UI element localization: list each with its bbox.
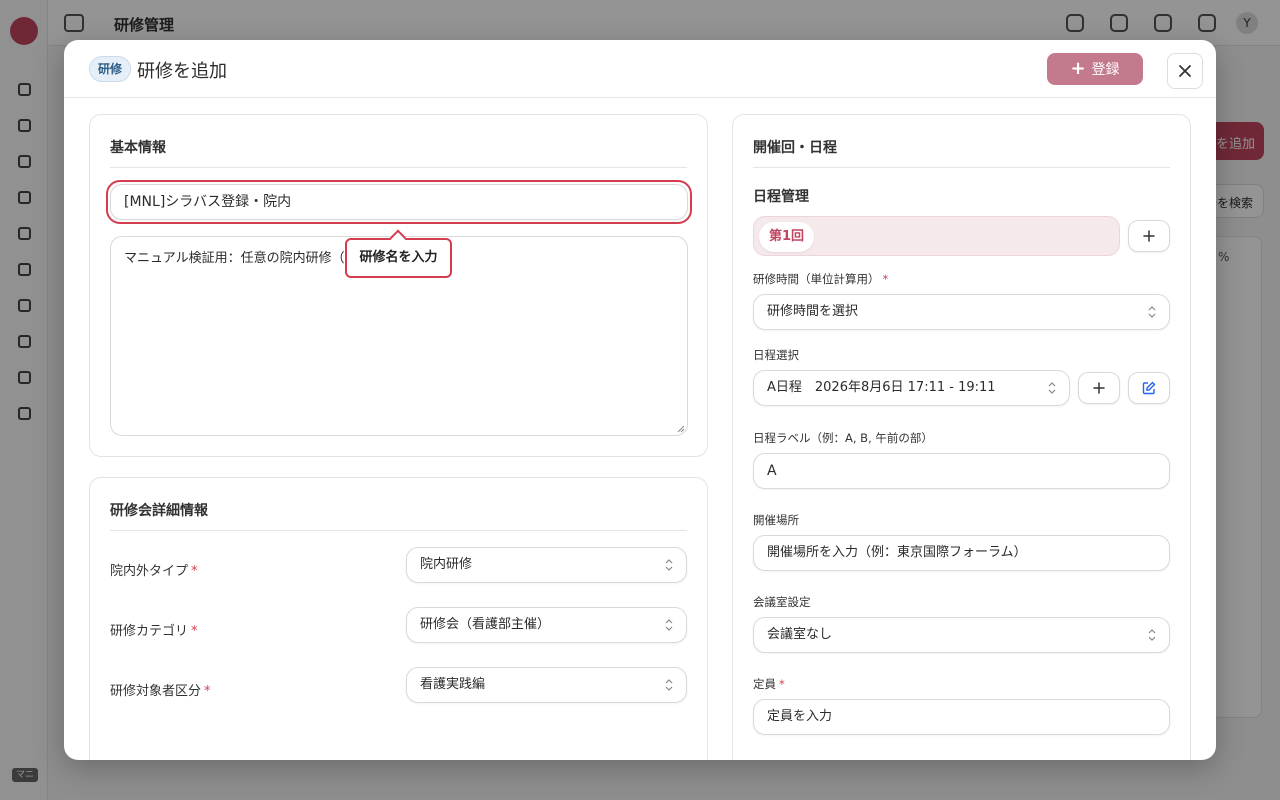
date-select[interactable]: A日程 2026年8月6日 17:11 - 19:11: [753, 370, 1070, 406]
category-label: 研修カテゴリ *: [110, 624, 198, 639]
inout-type-label: 院内外タイプ *: [110, 564, 198, 579]
register-label: 登録: [1091, 62, 1120, 78]
target-group-select[interactable]: 看護実践編: [406, 667, 687, 703]
edit-icon: [1142, 381, 1156, 395]
inout-type-select[interactable]: 院内研修: [406, 547, 687, 583]
capacity-label: 定員 *: [753, 677, 785, 691]
description-text: マニュアル検証用：任意の院内研修（: [124, 251, 345, 266]
venue-input[interactable]: 開催場所を入力（例：東京国際フォーラム）: [753, 535, 1170, 571]
session-tab-1[interactable]: 第1回: [759, 222, 815, 252]
divider: [753, 167, 1170, 168]
chevron-updown-icon: [1148, 629, 1156, 641]
schedule-subtitle: 日程管理: [753, 189, 809, 205]
date-label-label: 日程ラベル（例：A, B, 午前の部）: [753, 431, 933, 445]
add-date-button[interactable]: [1078, 372, 1120, 404]
basic-info-title: 基本情報: [110, 140, 166, 156]
tooltip-callout: 研修名を入力: [345, 229, 452, 278]
divider: [110, 167, 687, 168]
resize-handle-icon[interactable]: [677, 425, 685, 433]
add-session-button[interactable]: [1128, 220, 1170, 252]
divider: [110, 530, 687, 531]
training-name-input[interactable]: [MNL]シラバス登録・院内: [110, 184, 688, 220]
date-label-input[interactable]: A: [753, 453, 1170, 489]
close-button[interactable]: [1167, 53, 1203, 89]
add-training-modal: 研修 研修を追加 + 登録 基本情報 [MNL]シラバス登録・院内 マニュアル検…: [64, 40, 1216, 760]
venue-label: 開催場所: [753, 513, 799, 527]
capacity-input[interactable]: 定員を入力: [753, 699, 1170, 735]
category-select[interactable]: 研修会（看護部主催）: [406, 607, 687, 643]
edit-date-button[interactable]: [1128, 372, 1170, 404]
chevron-updown-icon: [1048, 382, 1056, 394]
date-select-label: 日程選択: [753, 348, 799, 362]
schedule-card: 開催回・日程 日程管理 第1回 研修時間（単位計算用） * 研修時間を選択 日程選…: [732, 114, 1191, 760]
training-badge: 研修: [89, 56, 132, 82]
register-button[interactable]: + 登録: [1047, 53, 1143, 85]
chevron-updown-icon: [665, 679, 673, 691]
modal-title: 研修を追加: [137, 61, 227, 82]
schedule-title: 開催回・日程: [753, 140, 837, 156]
room-select[interactable]: 会議室なし: [753, 617, 1170, 653]
room-label: 会議室設定: [753, 595, 811, 609]
target-group-label: 研修対象者区分 *: [110, 684, 211, 699]
chevron-updown-icon: [665, 619, 673, 631]
chevron-updown-icon: [1148, 306, 1156, 318]
detail-info-title: 研修会詳細情報: [110, 503, 208, 519]
plus-icon: [1093, 382, 1105, 394]
duration-select[interactable]: 研修時間を選択: [753, 294, 1170, 330]
plus-icon: +: [1070, 58, 1086, 79]
chevron-updown-icon: [665, 559, 673, 571]
duration-label: 研修時間（単位計算用） *: [753, 272, 889, 286]
close-icon: [1179, 65, 1191, 77]
tooltip-text: 研修名を入力: [359, 250, 438, 265]
session-tabs: 第1回: [753, 216, 1120, 256]
detail-info-card: 研修会詳細情報 院内外タイプ * 院内研修 研修カテゴリ * 研修会（看護部主催） …: [89, 477, 708, 760]
modal-header: 研修 研修を追加 + 登録: [64, 40, 1216, 98]
basic-info-card: 基本情報 [MNL]シラバス登録・院内 マニュアル検証用：任意の院内研修（: [89, 114, 708, 457]
plus-icon: [1143, 230, 1155, 242]
